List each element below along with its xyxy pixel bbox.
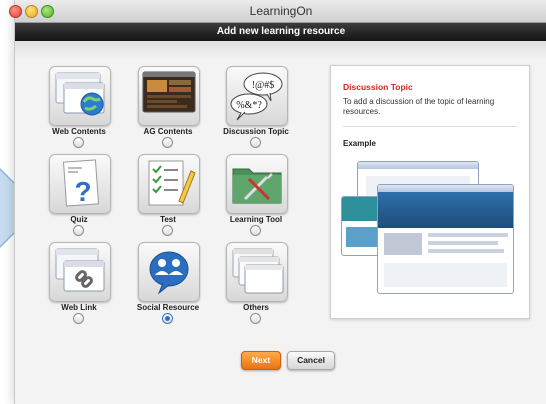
option-test[interactable]: Test	[123, 154, 213, 240]
option-label: Quiz	[70, 215, 88, 224]
window-title: LearningOn	[249, 4, 313, 18]
option-social-resource[interactable]: Social Resource	[123, 242, 213, 328]
option-label: Social Resource	[136, 303, 200, 312]
svg-text:?: ?	[74, 176, 91, 207]
ag-contents-icon	[138, 66, 200, 126]
panel-divider	[343, 126, 517, 127]
option-radio[interactable]	[73, 137, 84, 148]
option-radio[interactable]	[162, 225, 173, 236]
description-panel: Discussion Topic To add a discussion of …	[330, 65, 530, 319]
option-radio[interactable]	[250, 137, 261, 148]
option-ag-contents[interactable]: AG Contents	[123, 66, 213, 152]
option-radio[interactable]	[73, 225, 84, 236]
web-contents-icon	[49, 66, 111, 126]
option-label: Web Link	[61, 303, 97, 312]
option-learning-tool[interactable]: Learning Tool	[211, 154, 301, 240]
option-radio[interactable]	[250, 225, 261, 236]
cancel-button[interactable]: Cancel	[287, 351, 335, 370]
dialog-content: Web Contents AG Contents !@#$ %&*? Discu…	[15, 41, 546, 404]
option-discussion-topic[interactable]: !@#$ %&*? Discussion Topic	[211, 66, 301, 152]
option-radio[interactable]	[162, 137, 173, 148]
option-label: Learning Tool	[229, 215, 283, 224]
example-label: Example	[343, 139, 376, 148]
social-resource-icon	[138, 242, 200, 302]
dialog-header: Add new learning resource	[15, 23, 546, 41]
option-web-contents[interactable]: Web Contents	[34, 66, 124, 152]
option-quiz[interactable]: ? Quiz	[34, 154, 124, 240]
example-screenshot-front	[377, 184, 514, 294]
option-radio[interactable]	[73, 313, 84, 324]
next-button[interactable]: Next	[241, 351, 281, 370]
option-web-link[interactable]: Web Link	[34, 242, 124, 328]
folder-tools-icon	[226, 154, 288, 214]
svg-text:!@#$: !@#$	[252, 80, 275, 91]
quiz-icon: ?	[49, 154, 111, 214]
panel-title: Discussion Topic	[343, 82, 413, 92]
option-radio-selected[interactable]	[162, 313, 173, 324]
option-label: Web Contents	[52, 127, 106, 136]
panel-description: To add a discussion of the topic of lear…	[343, 97, 495, 116]
app-window: LearningOn Add new learning resource Web…	[9, 0, 546, 404]
others-windows-icon	[226, 242, 288, 302]
option-label: Discussion Topic	[223, 127, 289, 136]
web-link-icon	[49, 242, 111, 302]
test-checklist-icon	[138, 154, 200, 214]
option-others[interactable]: Others	[211, 242, 301, 328]
option-label: Others	[243, 303, 269, 312]
option-label: Test	[160, 215, 176, 224]
title-bar: LearningOn	[9, 0, 546, 23]
dialog-title: Add new learning resource	[216, 26, 346, 37]
option-radio[interactable]	[250, 313, 261, 324]
svg-text:%&*?: %&*?	[236, 100, 262, 111]
option-label: AG Contents	[143, 127, 193, 136]
speech-bubbles-icon: !@#$ %&*?	[226, 66, 288, 126]
